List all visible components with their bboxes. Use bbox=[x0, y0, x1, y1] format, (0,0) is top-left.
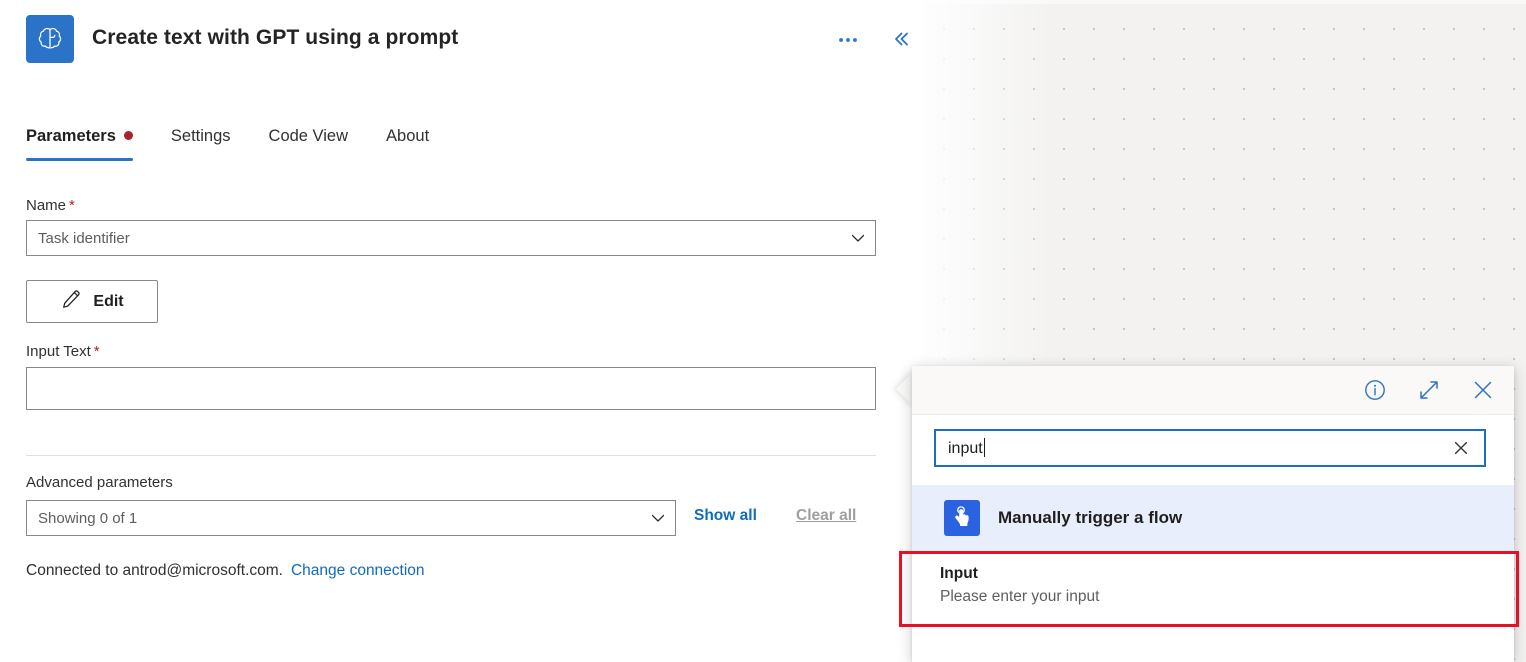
chevron-down-icon[interactable] bbox=[641, 509, 675, 527]
panel-header: Create text with GPT using a prompt bbox=[0, 0, 922, 78]
page-title: Create text with GPT using a prompt bbox=[92, 26, 459, 49]
panel-tabs: Parameters Settings Code View About bbox=[26, 118, 467, 161]
input-text-required-marker: * bbox=[93, 343, 100, 360]
advanced-parameters-label: Advanced parameters bbox=[26, 474, 173, 491]
tab-settings-label: Settings bbox=[170, 126, 231, 145]
expand-diagonal-icon[interactable] bbox=[1412, 373, 1446, 407]
info-circle-icon[interactable] bbox=[1358, 373, 1392, 407]
name-combobox[interactable]: Task identifier bbox=[26, 220, 876, 256]
tab-code-view[interactable]: Code View bbox=[269, 118, 349, 154]
name-label-text: Name bbox=[26, 197, 67, 214]
tab-active-underline bbox=[26, 158, 133, 161]
list-item-subtitle: Please enter your input bbox=[940, 588, 1100, 605]
section-divider bbox=[26, 455, 876, 456]
list-item-title: Input bbox=[940, 565, 978, 582]
search-input-value: input bbox=[948, 440, 983, 457]
brain-icon bbox=[26, 15, 74, 63]
canvas-top-strip bbox=[922, 0, 1526, 4]
list-item[interactable]: Input Please enter your input bbox=[912, 551, 1514, 622]
tab-parameters-label: Parameters bbox=[26, 126, 116, 145]
tab-about-label: About bbox=[386, 126, 430, 145]
change-connection-link[interactable]: Change connection bbox=[291, 562, 425, 579]
name-combobox-value: Task identifier bbox=[38, 229, 130, 247]
input-text-label-text: Input Text bbox=[26, 343, 91, 360]
close-icon[interactable] bbox=[1466, 373, 1500, 407]
tab-settings[interactable]: Settings bbox=[171, 118, 231, 154]
edit-button[interactable]: Edit bbox=[26, 280, 158, 323]
input-text-field-label: Input Text * bbox=[26, 343, 100, 360]
name-required-marker: * bbox=[69, 197, 75, 214]
connection-status: Connected to antrod@microsoft.com. Change… bbox=[26, 562, 425, 580]
clear-all-link: Clear all bbox=[796, 507, 857, 524]
app-root: Create text with GPT using a prompt Para… bbox=[0, 0, 1526, 662]
search-input[interactable]: input bbox=[934, 429, 1486, 467]
search-input-value-wrap: input bbox=[948, 438, 1448, 458]
connection-text: Connected to antrod@microsoft.com. bbox=[26, 562, 283, 579]
dynamic-content-flyout: input Manually trigger a flow Input Plea… bbox=[912, 366, 1514, 662]
text-caret bbox=[983, 438, 986, 457]
tab-parameters[interactable]: Parameters bbox=[26, 118, 133, 161]
unsaved-changes-dot bbox=[123, 131, 133, 140]
more-options-button[interactable] bbox=[832, 26, 864, 54]
edit-button-label: Edit bbox=[93, 292, 124, 310]
name-field-label: Name * bbox=[26, 197, 75, 214]
show-all-link[interactable]: Show all bbox=[694, 507, 757, 525]
advanced-parameters-dropdown[interactable]: Showing 0 of 1 bbox=[26, 500, 676, 536]
double-chevron-left-icon[interactable] bbox=[884, 23, 916, 55]
touch-pointer-icon bbox=[944, 500, 980, 536]
trigger-group-label: Manually trigger a flow bbox=[998, 508, 1183, 527]
tab-about[interactable]: About bbox=[386, 118, 429, 154]
tab-code-view-label: Code View bbox=[268, 126, 349, 145]
trigger-group-header[interactable]: Manually trigger a flow bbox=[912, 485, 1514, 551]
advanced-parameters-value: Showing 0 of 1 bbox=[38, 509, 138, 527]
pencil-icon bbox=[60, 288, 82, 315]
input-text-field[interactable] bbox=[26, 367, 876, 410]
clear-x-icon[interactable] bbox=[1448, 435, 1474, 461]
flyout-header bbox=[912, 366, 1514, 415]
chevron-down-icon[interactable] bbox=[841, 229, 875, 247]
action-details-panel: Create text with GPT using a prompt Para… bbox=[0, 0, 922, 662]
